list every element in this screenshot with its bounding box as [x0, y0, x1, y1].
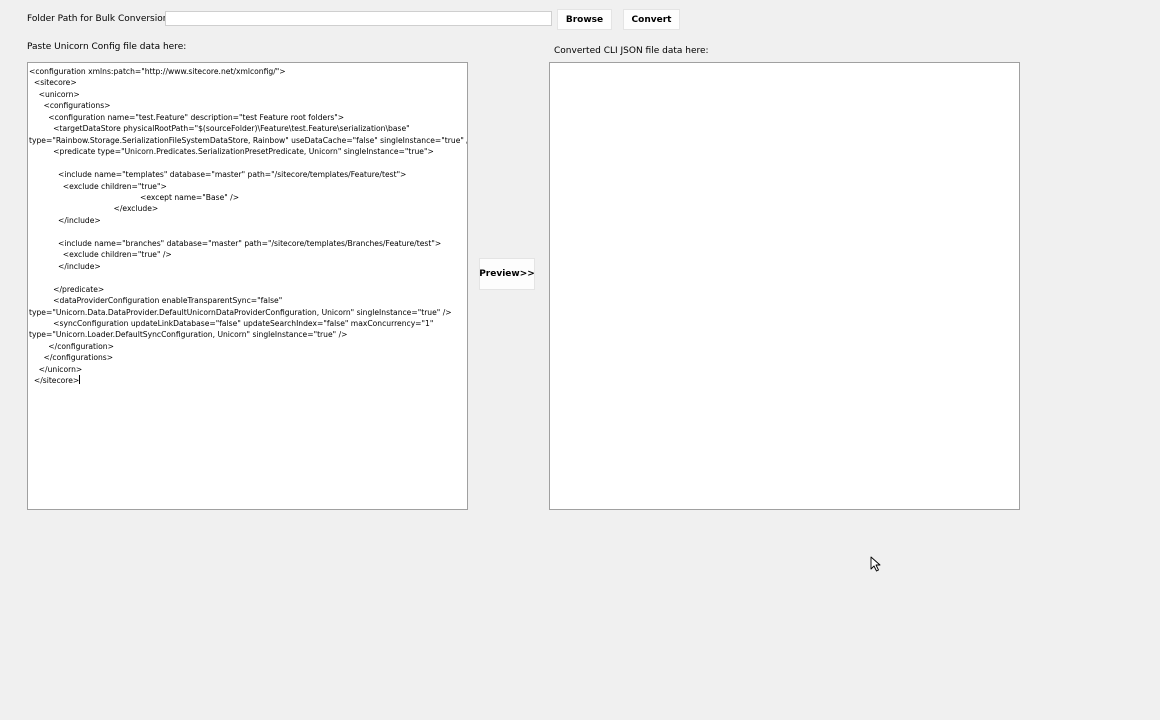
text-caret [79, 375, 81, 385]
cli-json-label: Converted CLI JSON file data here: [554, 46, 709, 56]
mouse-pointer-icon [870, 556, 881, 572]
folder-path-label: Folder Path for Bulk Conversion: [27, 14, 172, 24]
unicorn-config-text: <configuration xmlns:patch="http://www.s… [29, 67, 467, 386]
unicorn-config-textarea[interactable]: <configuration xmlns:patch="http://www.s… [27, 62, 468, 510]
cli-json-textarea[interactable] [549, 62, 1020, 510]
convert-button[interactable]: Convert [623, 9, 680, 30]
unicorn-config-label: Paste Unicorn Config file data here: [27, 42, 187, 52]
folder-path-input[interactable] [165, 11, 552, 26]
preview-button[interactable]: Preview>> [479, 258, 535, 290]
converter-window: Folder Path for Bulk Conversion: Browse … [0, 0, 1160, 720]
browse-button[interactable]: Browse [557, 9, 612, 30]
